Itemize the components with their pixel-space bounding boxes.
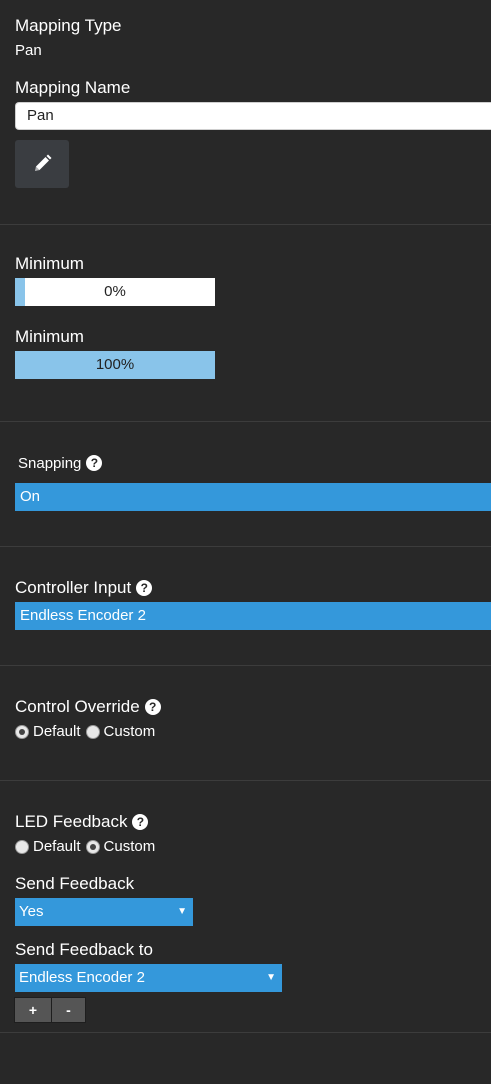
snapping-label: Snapping xyxy=(18,455,82,472)
control-override-default-radio[interactable] xyxy=(15,724,29,739)
send-feedback-value: Yes xyxy=(19,903,44,920)
send-feedback-to-value: Endless Encoder 2 xyxy=(19,969,145,986)
control-override-label-row: Control Override? xyxy=(15,697,161,717)
minimum-slider-value: 0% xyxy=(104,283,126,300)
led-feedback-custom-label: Custom xyxy=(103,838,156,855)
help-icon[interactable]: ? xyxy=(86,455,103,471)
controller-input-label: Controller Input xyxy=(15,578,132,597)
led-feedback-radio-group: Default Custom xyxy=(15,838,160,855)
section-divider xyxy=(0,665,491,666)
section-divider xyxy=(0,546,491,547)
remove-button[interactable]: - xyxy=(51,997,86,1023)
send-feedback-to-label: Send Feedback to xyxy=(15,940,153,959)
led-feedback-default-radio[interactable] xyxy=(15,839,29,854)
edit-button[interactable] xyxy=(15,140,69,188)
maximum-label: Minimum xyxy=(15,327,84,346)
led-feedback-custom-radio[interactable] xyxy=(85,839,100,854)
led-feedback-default-label: Default xyxy=(33,838,81,855)
section-divider xyxy=(0,780,491,781)
led-feedback-label: LED Feedback xyxy=(15,812,128,831)
mapping-name-input[interactable]: Pan xyxy=(15,102,491,130)
snapping-label-row: Snapping? xyxy=(18,455,103,472)
section-divider xyxy=(0,421,491,422)
controller-input-label-row: Controller Input? xyxy=(15,578,153,598)
chevron-down-icon: ▼ xyxy=(266,972,276,983)
mapping-type-value: Pan xyxy=(15,42,42,59)
control-override-radio-group: Default Custom xyxy=(15,723,160,740)
maximum-slider[interactable]: 100% xyxy=(15,351,215,379)
control-override-custom-radio[interactable] xyxy=(85,724,100,739)
add-button[interactable]: + xyxy=(14,997,52,1023)
chevron-down-icon: ▼ xyxy=(177,906,187,917)
help-icon[interactable]: ? xyxy=(136,580,153,596)
snapping-select[interactable]: On xyxy=(15,483,491,511)
led-feedback-label-row: LED Feedback? xyxy=(15,812,149,832)
control-override-custom-label: Custom xyxy=(103,723,156,740)
pencil-icon xyxy=(35,154,52,171)
control-override-default-label: Default xyxy=(33,723,81,740)
minimum-slider[interactable]: 0% xyxy=(15,278,215,306)
help-icon[interactable]: ? xyxy=(132,814,149,830)
mapping-name-label: Mapping Name xyxy=(15,78,131,97)
maximum-slider-value: 100% xyxy=(95,356,135,373)
control-override-label: Control Override xyxy=(15,697,140,716)
send-feedback-select[interactable]: Yes ▼ xyxy=(15,898,193,926)
section-divider xyxy=(0,1032,491,1033)
help-icon[interactable]: ? xyxy=(144,699,161,715)
section-divider xyxy=(0,224,491,225)
send-feedback-label: Send Feedback xyxy=(15,874,135,893)
minimum-label: Minimum xyxy=(15,254,84,273)
send-feedback-to-select[interactable]: Endless Encoder 2 ▼ xyxy=(15,964,282,992)
controller-input-select[interactable]: Endless Encoder 2 xyxy=(15,602,491,630)
mapping-type-label: Mapping Type xyxy=(15,16,122,35)
